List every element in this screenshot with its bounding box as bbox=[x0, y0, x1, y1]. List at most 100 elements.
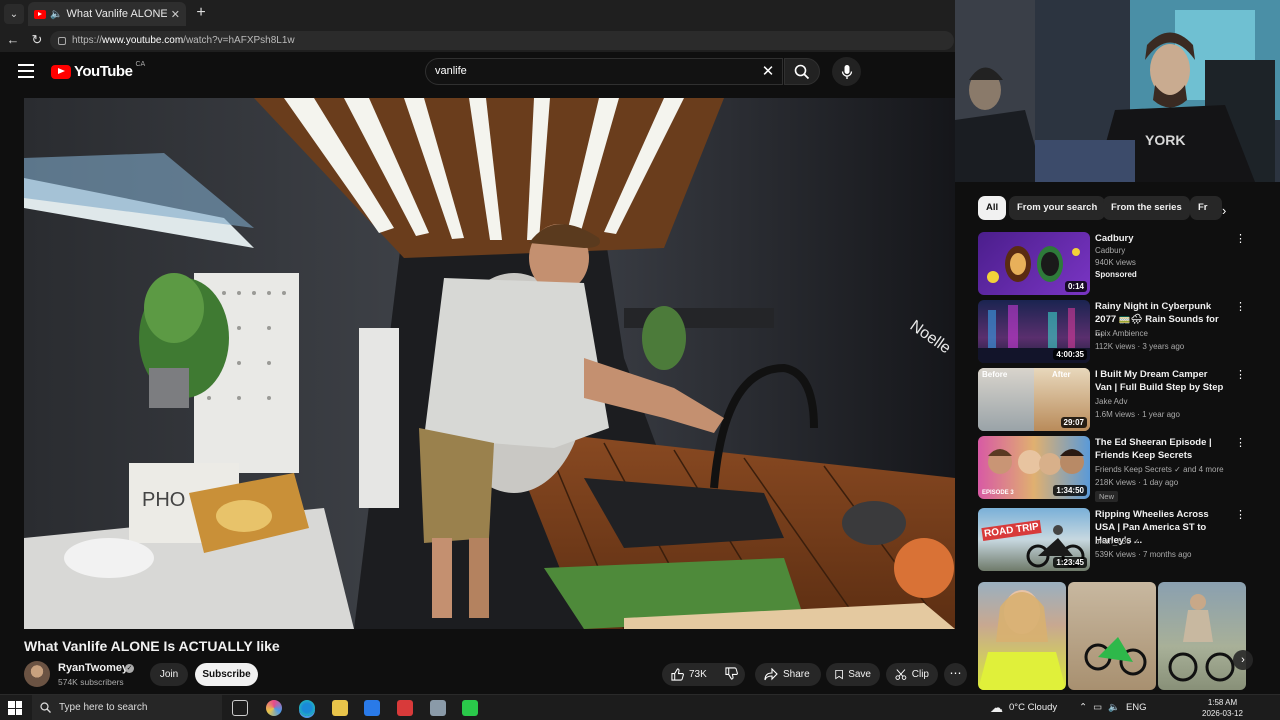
video-title[interactable]: Cadbury bbox=[1095, 232, 1225, 245]
site-info-icon[interactable] bbox=[58, 36, 66, 45]
video-thumbnail[interactable]: 4:00:35 bbox=[978, 300, 1090, 363]
like-dislike-group: 73K bbox=[662, 663, 745, 686]
like-button[interactable]: 73K bbox=[671, 668, 707, 681]
more-icon[interactable]: ⋮ bbox=[1235, 508, 1246, 521]
language-label[interactable]: ENG bbox=[1126, 702, 1147, 713]
country-code: CA bbox=[135, 61, 146, 68]
view-count: 1.6M views · 1 year ago bbox=[1095, 410, 1180, 419]
chip-from-the-series[interactable]: From the series bbox=[1103, 196, 1190, 220]
recommendation-item[interactable]: 4:00:35 Rainy Night in Cyberpunk 2077 🚃🌧… bbox=[977, 300, 1247, 364]
search-button[interactable] bbox=[784, 58, 820, 85]
channel-name[interactable]: Jake Adv bbox=[1095, 396, 1127, 408]
new-tab-button[interactable]: + bbox=[192, 4, 210, 22]
channel-names[interactable]: Friends Keep Secrets ✓ and 4 more bbox=[1095, 464, 1224, 476]
network-icon[interactable]: ▭ bbox=[1093, 702, 1102, 713]
chip-all[interactable]: All bbox=[978, 196, 1007, 220]
channel-name[interactable]: Cadbury bbox=[1095, 245, 1125, 257]
channel-name[interactable]: brian_636 ✓ bbox=[1095, 536, 1140, 548]
video-title[interactable]: The Ed Sheeran Episode | Friends Keep Se… bbox=[1095, 436, 1225, 462]
url-text: https://www.youtube.com/watch?v=hAFXPsh8… bbox=[72, 35, 295, 46]
subscribe-button[interactable]: Subscribe bbox=[195, 663, 258, 686]
speaker-icon[interactable]: 🔈 bbox=[50, 9, 62, 20]
shorts-thumbnail[interactable] bbox=[978, 582, 1066, 690]
tab-title: What Vanlife ALONE Is ACTUALLY bbox=[66, 8, 167, 20]
clock-date: 2026-03-12 bbox=[1202, 709, 1243, 718]
youtube-logo[interactable]: YouTube CA bbox=[51, 61, 146, 80]
recommendation-item[interactable]: EPISODE 3 1:34:50 The Ed Sheeran Episode… bbox=[977, 436, 1247, 502]
chip-truncated[interactable]: Fr bbox=[1190, 196, 1222, 220]
logo-wordmark: YouTube bbox=[74, 63, 133, 80]
youtube-header: YouTube CA vanlife ✕ bbox=[0, 52, 960, 92]
address-bar-row: ← ↻ https://www.youtube.com/watch?v=hAFX… bbox=[0, 28, 960, 52]
join-button[interactable]: Join bbox=[150, 663, 188, 686]
video-player[interactable]: PHO Noelle bbox=[24, 98, 955, 629]
more-icon[interactable]: ⋮ bbox=[1235, 436, 1246, 449]
dislike-button[interactable] bbox=[725, 666, 738, 683]
video-frame-illustration: PHO Noelle bbox=[24, 98, 955, 629]
search-icon bbox=[794, 64, 810, 79]
like-icon bbox=[671, 668, 684, 681]
windows-start-icon[interactable] bbox=[8, 701, 22, 715]
browser-tab[interactable]: 🔈 What Vanlife ALONE Is ACTUALLY ✕ bbox=[28, 2, 186, 26]
edge-browser-icon[interactable] bbox=[299, 700, 315, 716]
menu-icon[interactable] bbox=[18, 64, 34, 78]
chevron-right-icon[interactable]: › bbox=[1233, 650, 1253, 670]
volume-icon[interactable]: 🔈 bbox=[1108, 702, 1120, 713]
chip-from-your-search[interactable]: From your search bbox=[1009, 196, 1106, 220]
channel-name[interactable]: RyanTwomey bbox=[58, 662, 128, 674]
copilot-icon[interactable] bbox=[266, 700, 282, 716]
thumbnail-before-label: Before bbox=[982, 370, 1008, 379]
voice-search-button[interactable] bbox=[832, 57, 861, 86]
terminal-icon[interactable] bbox=[430, 700, 446, 716]
clear-search-icon[interactable]: ✕ bbox=[758, 62, 778, 82]
channel-name[interactable]: Epix Ambience bbox=[1095, 328, 1148, 340]
recommendation-item[interactable]: ROAD TRIP 1:23:45 Ripping Wheelies Acros… bbox=[977, 508, 1247, 572]
recommendation-item[interactable]: 0:14 Cadbury Cadbury 940K views Sponsore… bbox=[977, 232, 1247, 296]
url-field[interactable]: https://www.youtube.com/watch?v=hAFXPsh8… bbox=[50, 31, 954, 50]
recommendation-item[interactable]: Before After 29:07 I Built My Dream Camp… bbox=[977, 368, 1247, 432]
like-count: 73K bbox=[689, 669, 707, 680]
more-icon[interactable]: ⋮ bbox=[1235, 232, 1246, 245]
video-thumbnail[interactable]: ROAD TRIP 1:23:45 bbox=[978, 508, 1090, 571]
save-button[interactable]: Save bbox=[826, 663, 880, 686]
search-input[interactable]: vanlife bbox=[425, 58, 783, 85]
weather-label[interactable]: 0°C Cloudy bbox=[1009, 702, 1057, 713]
reload-icon[interactable]: ↻ bbox=[28, 31, 46, 49]
chevron-right-icon[interactable]: › bbox=[1222, 203, 1226, 218]
taskbar-clock[interactable]: 1:58 AM 2026-03-12 bbox=[1200, 697, 1245, 719]
more-icon[interactable]: ⋯ bbox=[944, 663, 967, 686]
more-icon[interactable]: ⋮ bbox=[1235, 300, 1246, 313]
shorts-thumbnail[interactable] bbox=[1068, 582, 1156, 690]
channel-avatar[interactable] bbox=[24, 661, 50, 687]
webcam-overlay: YORK bbox=[955, 0, 1280, 182]
video-duration: 4:00:35 bbox=[1053, 349, 1087, 360]
search-icon bbox=[40, 702, 51, 713]
shorts-thumbnail[interactable] bbox=[1158, 582, 1246, 690]
tab-close-icon[interactable]: ✕ bbox=[171, 8, 180, 21]
share-button[interactable]: Share bbox=[755, 663, 821, 686]
shorts-art bbox=[1168, 594, 1235, 682]
clip-button[interactable]: Clip bbox=[886, 663, 938, 686]
video-thumbnail[interactable]: EPISODE 3 1:34:50 bbox=[978, 436, 1090, 499]
verified-icon: ✓ bbox=[1174, 465, 1181, 474]
chevron-up-icon[interactable]: ⌃ bbox=[1079, 702, 1087, 713]
taskbar-search-placeholder: Type here to search bbox=[59, 702, 148, 713]
video-title[interactable]: I Built My Dream Camper Van | Full Build… bbox=[1095, 368, 1225, 394]
youtube-play-icon bbox=[51, 64, 71, 79]
save-label: Save bbox=[848, 669, 871, 680]
tab-list-icon[interactable]: ⌄ bbox=[4, 4, 24, 24]
back-icon[interactable]: ← bbox=[4, 31, 22, 49]
view-count: 218K views · 1 day ago bbox=[1095, 478, 1179, 487]
app-icon[interactable] bbox=[462, 700, 478, 716]
video-thumbnail[interactable]: Before After 29:07 bbox=[978, 368, 1090, 431]
video-thumbnail[interactable]: 0:14 bbox=[978, 232, 1090, 295]
more-icon[interactable]: ⋮ bbox=[1235, 368, 1246, 381]
taskbar-search-field[interactable]: Type here to search bbox=[32, 695, 222, 720]
file-explorer-icon[interactable] bbox=[332, 700, 348, 716]
view-count: 940K views bbox=[1095, 258, 1136, 267]
mail-icon[interactable] bbox=[364, 700, 380, 716]
task-view-icon[interactable] bbox=[232, 700, 248, 716]
cloud-icon: ☁ bbox=[990, 699, 1003, 715]
sponsored-label: Sponsored bbox=[1095, 270, 1137, 279]
gift-app-icon[interactable] bbox=[397, 700, 413, 716]
